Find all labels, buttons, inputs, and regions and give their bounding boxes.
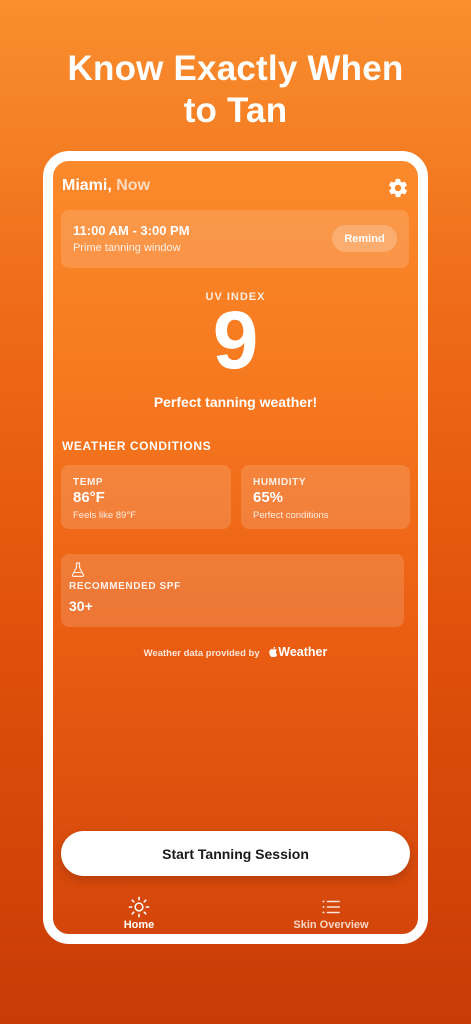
apple-logo-icon [269, 646, 278, 657]
spf-card: RECOMMENDED SPF 30+ [61, 554, 404, 627]
tab-home-label: Home [123, 919, 155, 931]
temp-value: 86°F [73, 489, 105, 506]
attribution-brand-name: Weather [278, 645, 328, 659]
gear-icon[interactable] [387, 177, 409, 199]
humidity-card: HUMIDITY 65% Perfect conditions [241, 465, 410, 529]
humidity-label: HUMIDITY [253, 477, 307, 488]
weather-attribution: Weather data provided by Weather [53, 645, 418, 659]
remind-button[interactable]: Remind [332, 225, 397, 252]
marketing-headline: Know Exactly When to Tan [0, 48, 471, 132]
uv-index-value: 9 [212, 295, 259, 386]
start-tanning-session-button[interactable]: Start Tanning Session [61, 831, 410, 876]
tab-skin-overview-label: Skin Overview [293, 919, 369, 931]
list-icon [322, 900, 340, 914]
tab-skin-overview[interactable]: Skin Overview [291, 896, 371, 931]
tanning-window-card: 11:00 AM - 3:00 PM Prime tanning window … [61, 210, 409, 268]
sun-icon [128, 896, 150, 918]
app-screen: Miami, Now 11:00 AM - 3:00 PM Prime tann… [53, 161, 418, 934]
temp-feels-like: Feels like 89°F [73, 510, 136, 521]
spf-label: RECOMMENDED SPF [69, 581, 181, 592]
weather-conditions-title: WEATHER CONDITIONS [62, 439, 212, 453]
phone-frame: Miami, Now 11:00 AM - 3:00 PM Prime tann… [43, 151, 428, 944]
tanning-window-label: Prime tanning window [73, 242, 181, 254]
flask-icon [71, 562, 85, 577]
location-time: Now [116, 177, 151, 194]
location-header: Miami, Now [62, 177, 150, 195]
humidity-value: 65% [253, 489, 284, 506]
tanning-window-time: 11:00 AM - 3:00 PM [73, 223, 190, 238]
headline-line-1: Know Exactly When [67, 49, 404, 88]
uv-message: Perfect tanning weather! [153, 394, 318, 410]
temp-label: TEMP [73, 477, 104, 488]
location-city: Miami, [62, 177, 112, 194]
attribution-prefix: Weather data provided by [143, 648, 260, 659]
headline-line-2: to Tan [183, 91, 288, 130]
spf-value: 30+ [69, 598, 93, 614]
humidity-sub: Perfect conditions [253, 510, 329, 521]
attribution-brand[interactable]: Weather [266, 645, 327, 659]
tab-home[interactable]: Home [111, 896, 167, 931]
temp-card: TEMP 86°F Feels like 89°F [61, 465, 231, 529]
